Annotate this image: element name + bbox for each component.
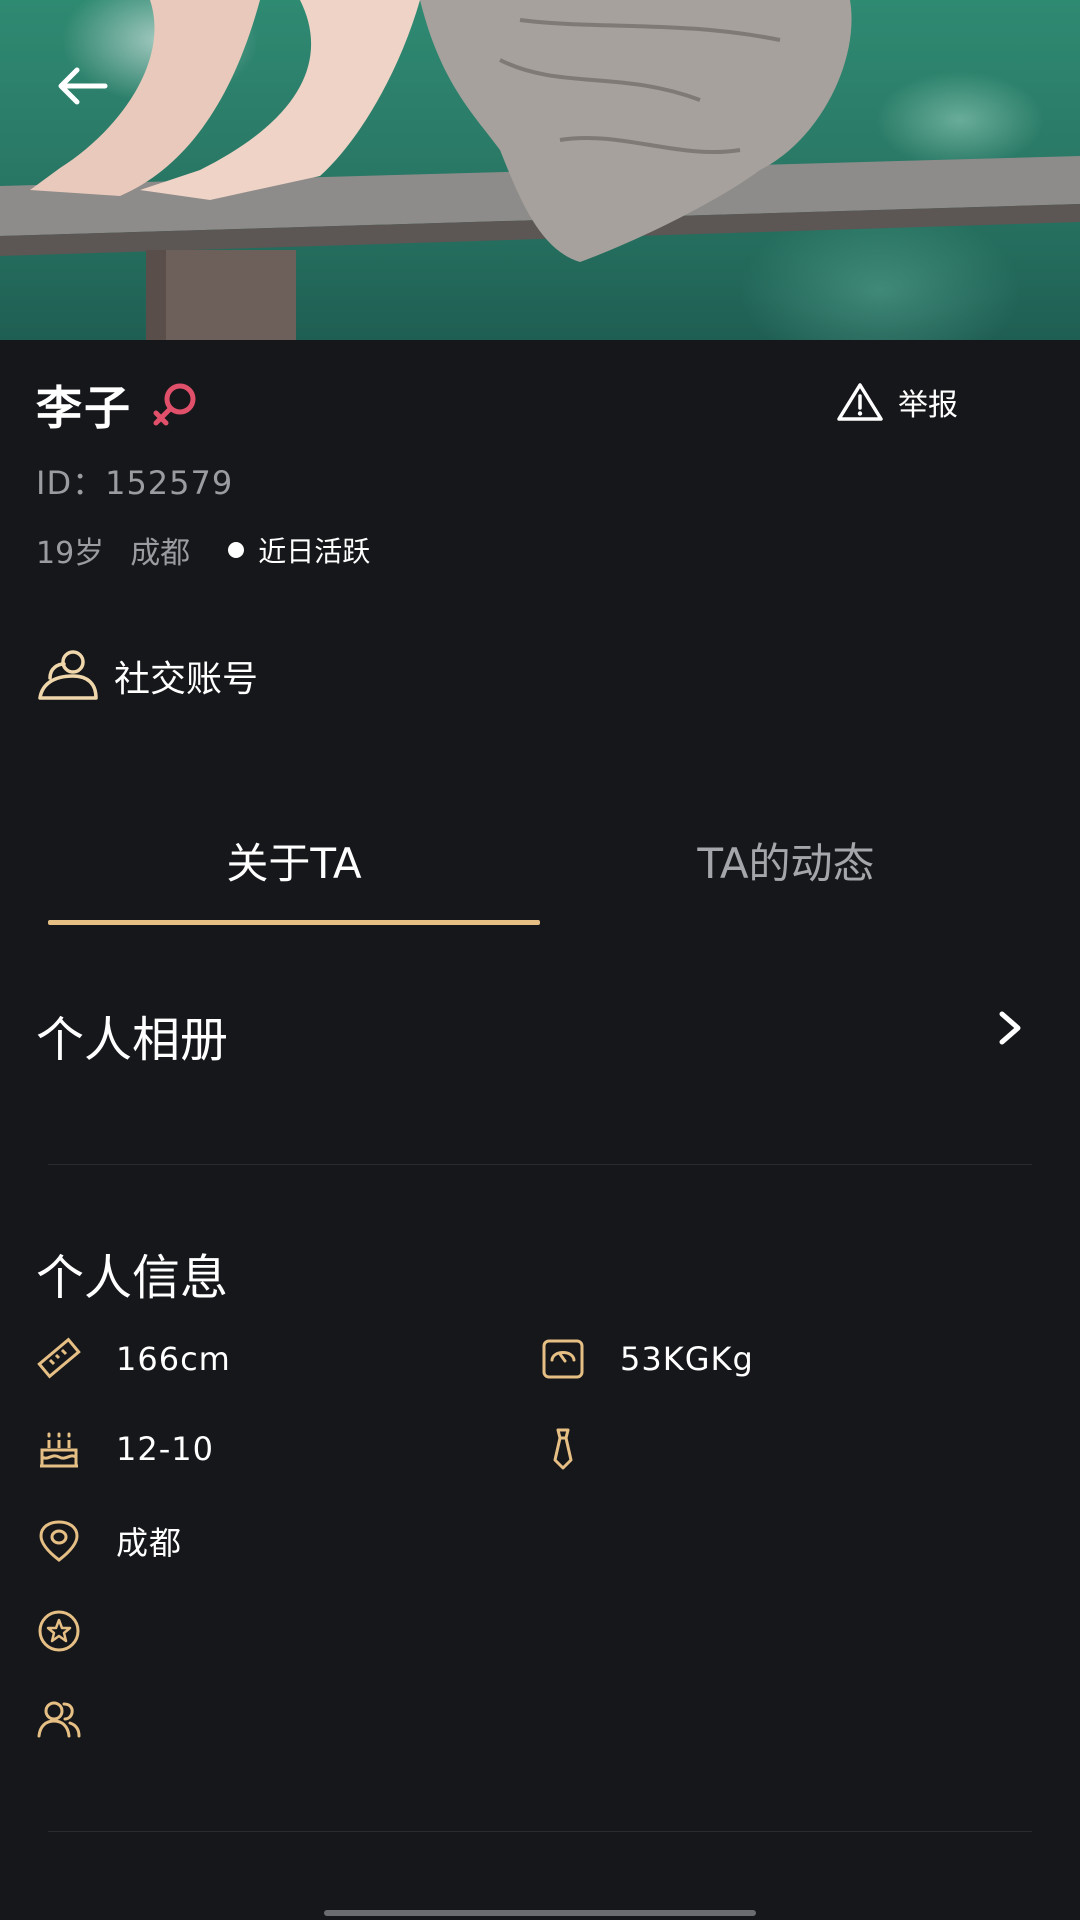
social-account-label: 社交账号 bbox=[114, 659, 259, 700]
divider bbox=[48, 1831, 1032, 1832]
profile-tabs: 关于TA TA的动态 bbox=[48, 830, 1032, 930]
star-badge-icon bbox=[38, 1610, 80, 1652]
user-icon bbox=[38, 650, 98, 700]
location-value: 成都 bbox=[116, 1524, 183, 1562]
status-dot bbox=[228, 542, 245, 558]
warning-triangle-icon bbox=[837, 383, 883, 421]
profile-name: 李子 bbox=[36, 381, 132, 435]
info-section-title: 个人信息 bbox=[36, 1250, 229, 1306]
profile-age: 19岁 bbox=[36, 536, 105, 571]
divider bbox=[48, 1164, 1032, 1165]
female-symbol-icon bbox=[153, 383, 196, 426]
profile-name-row: 李子 bbox=[36, 372, 204, 438]
info-weight: 53KGKg bbox=[540, 1336, 754, 1382]
tab-moments[interactable]: TA的动态 bbox=[540, 830, 1032, 891]
chevron-right-icon bbox=[999, 1011, 1021, 1045]
back-button[interactable] bbox=[46, 56, 116, 116]
location-pin-icon bbox=[39, 1520, 79, 1562]
ruler-icon bbox=[37, 1337, 81, 1379]
tie-icon bbox=[553, 1428, 573, 1470]
cover-photo-scene bbox=[0, 0, 1080, 340]
social-account-button[interactable]: 社交账号 bbox=[36, 648, 258, 704]
status-text: 近日活跃 bbox=[258, 535, 371, 568]
profile-id: ID：152579 bbox=[36, 464, 234, 502]
tab-active-indicator bbox=[48, 920, 540, 925]
arrow-left-icon bbox=[58, 67, 108, 105]
report-button[interactable]: 举报 bbox=[836, 380, 958, 424]
info-occupation bbox=[540, 1426, 586, 1472]
profile-city: 成都 bbox=[130, 536, 191, 571]
cover-photo bbox=[0, 0, 1080, 340]
info-location: 成都 bbox=[36, 1518, 182, 1564]
info-height: 166cm bbox=[36, 1336, 231, 1382]
birthday-value: 12-10 bbox=[116, 1430, 214, 1468]
info-interests bbox=[36, 1608, 82, 1654]
report-label: 举报 bbox=[898, 388, 958, 423]
personal-album-row[interactable]: 个人相册 bbox=[36, 1000, 1036, 1080]
info-birthday: 12-10 bbox=[36, 1426, 214, 1472]
info-relationship bbox=[36, 1696, 82, 1742]
profile-meta: 19岁 成都 近日活跃 bbox=[36, 528, 370, 572]
people-icon bbox=[37, 1701, 81, 1738]
tab-about[interactable]: 关于TA bbox=[48, 830, 540, 891]
weight-value: 53KGKg bbox=[620, 1340, 754, 1378]
cake-icon bbox=[40, 1432, 78, 1468]
album-title: 个人相册 bbox=[36, 1012, 229, 1068]
home-indicator[interactable] bbox=[324, 1910, 756, 1916]
scale-icon bbox=[542, 1339, 584, 1379]
height-value: 166cm bbox=[116, 1340, 231, 1378]
